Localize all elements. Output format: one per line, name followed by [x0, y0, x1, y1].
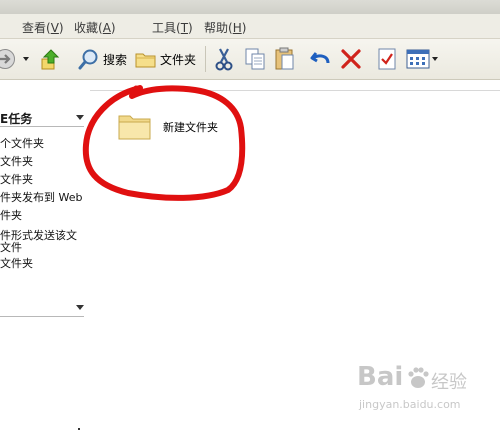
collapse-arrow-icon[interactable] — [78, 428, 80, 430]
chevron-down-icon — [432, 57, 438, 61]
watermark: Bai 经验 jingyan.baidu.com — [355, 360, 495, 420]
up-button[interactable] — [40, 39, 62, 79]
cut-button[interactable] — [214, 39, 234, 79]
task-pane-title: E任务 — [0, 112, 33, 126]
forward-dropdown[interactable] — [22, 39, 30, 79]
delete-x-icon — [341, 49, 361, 69]
copy-button[interactable] — [244, 39, 266, 79]
task-item[interactable]: 件夹发布到 Web — [0, 192, 82, 204]
task-pane-divider — [0, 316, 84, 317]
separator-line — [205, 46, 206, 72]
search-button[interactable]: 搜索 — [78, 39, 127, 79]
task-pane-divider — [0, 126, 84, 127]
window-top-strip — [0, 0, 500, 14]
menu-help[interactable]: 帮助(H) — [204, 19, 246, 36]
undo-button[interactable] — [310, 39, 332, 79]
folders-icon — [135, 53, 156, 68]
paw-logo-icon — [408, 367, 429, 388]
folder-icon — [118, 115, 151, 140]
menu-favorites[interactable]: 收藏(A) — [74, 19, 116, 36]
scissors-icon — [215, 48, 233, 71]
task-item[interactable]: 个文件夹 — [0, 138, 44, 150]
paste-icon — [275, 47, 294, 70]
task-item[interactable]: 文件夹 — [0, 156, 33, 168]
paste-button[interactable] — [274, 39, 296, 79]
watermark-url: jingyan.baidu.com — [359, 398, 461, 411]
folder-name[interactable]: 新建文件夹 — [163, 119, 218, 135]
task-item[interactable]: 文件夹 — [0, 174, 33, 186]
folders-label: 文件夹 — [160, 52, 197, 67]
delete-button[interactable] — [340, 39, 362, 79]
views-grid-icon — [406, 49, 430, 69]
task-pane: E任务 个文件夹 文件夹 文件夹 件夹发布到 Web 件夹 件形式发送该文 文件… — [0, 90, 90, 433]
task-item[interactable]: 文件夹 — [0, 258, 33, 270]
menu-tools[interactable]: 工具(T) — [152, 19, 193, 36]
chevron-down-icon — [23, 57, 29, 61]
properties-button[interactable] — [377, 39, 397, 79]
file-item-folder[interactable] — [117, 110, 153, 146]
copy-icon — [245, 48, 265, 70]
toolbar-separator — [205, 39, 206, 79]
watermark-brand2: 经验 — [431, 372, 467, 393]
properties-icon — [378, 48, 396, 70]
menu-bar: 查看(V) 收藏(A) 工具(T) 帮助(H) — [0, 14, 500, 39]
undo-icon — [310, 52, 330, 64]
collapse-arrow-icon[interactable] — [76, 305, 84, 310]
forward-arrow-icon — [0, 49, 15, 69]
task-item[interactable]: 件夹 — [0, 210, 22, 222]
folders-button[interactable]: 文件夹 — [135, 39, 196, 79]
watermark-brand: Bai — [357, 362, 404, 392]
search-icon — [78, 49, 98, 70]
search-label: 搜索 — [103, 52, 128, 67]
folder-up-icon — [41, 49, 60, 70]
task-item[interactable]: 文件 — [0, 242, 22, 254]
views-button[interactable] — [406, 39, 430, 79]
forward-button[interactable] — [0, 39, 16, 79]
toolbar: 搜索 文件夹 — [0, 39, 500, 80]
menu-view[interactable]: 查看(V) — [22, 19, 64, 36]
views-dropdown[interactable] — [431, 39, 439, 79]
collapse-arrow-icon[interactable] — [76, 115, 84, 120]
